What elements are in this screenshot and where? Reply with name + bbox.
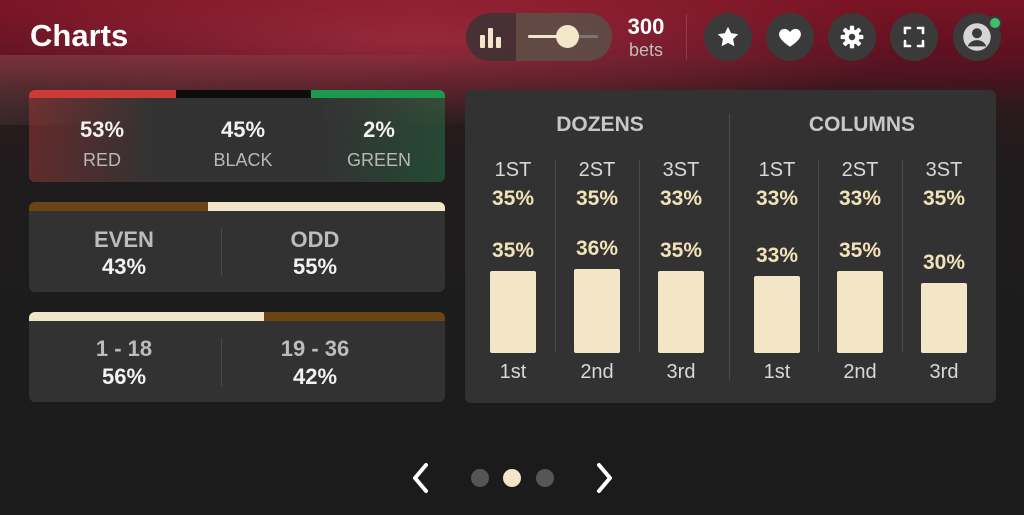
fullscreen-icon bbox=[903, 26, 925, 48]
low-high-divider bbox=[221, 338, 222, 386]
page-dot-3[interactable] bbox=[536, 469, 554, 487]
columns-1-head: 1ST bbox=[758, 159, 796, 181]
red-black-green-card: 53% RED 45% BLACK 2% GREEN bbox=[29, 90, 445, 182]
columns-3-percent: 35% bbox=[922, 187, 966, 210]
even-odd-card: EVEN 43% ODD 55% bbox=[29, 202, 445, 292]
high-range-label: 19 - 36 bbox=[280, 336, 350, 361]
low-range-label: 1 - 18 bbox=[95, 336, 153, 361]
fullscreen-button[interactable] bbox=[890, 13, 938, 61]
dozens-3-percent: 33% bbox=[659, 187, 703, 210]
bar-chart-icon bbox=[480, 28, 501, 48]
dozens-2-bar-percent: 36% bbox=[575, 237, 619, 260]
dozens-1-bar bbox=[490, 271, 536, 353]
columns-2-label: 2nd bbox=[843, 361, 877, 383]
columns-2-bar bbox=[837, 271, 883, 353]
columns-2-bar-percent: 35% bbox=[838, 239, 882, 262]
green-label: GREEN bbox=[346, 150, 411, 170]
favorites-button[interactable] bbox=[704, 13, 752, 61]
odd-label: ODD bbox=[290, 227, 340, 252]
dozens-3-head: 3ST bbox=[662, 159, 700, 181]
like-button[interactable] bbox=[766, 13, 814, 61]
dozens-2-bar bbox=[574, 269, 620, 353]
columns-2-head: 2ST bbox=[841, 159, 879, 181]
high-bar-segment bbox=[264, 312, 445, 321]
columns-title: COLUMNS bbox=[808, 113, 916, 136]
bets-slider-thumb[interactable] bbox=[556, 25, 579, 48]
columns-3-label: 3rd bbox=[929, 361, 959, 383]
dozens-3-label: 3rd bbox=[666, 361, 696, 383]
even-label: EVEN bbox=[94, 227, 154, 252]
red-label: RED bbox=[82, 150, 121, 170]
low-bar-segment bbox=[29, 312, 264, 321]
green-percent: 2% bbox=[363, 117, 395, 142]
dozens-3-bar-percent: 35% bbox=[659, 239, 703, 262]
odd-percent: 55% bbox=[292, 254, 338, 279]
columns-3-head: 3ST bbox=[925, 159, 963, 181]
columns-1-bar-percent: 33% bbox=[755, 244, 799, 267]
high-range-percent: 42% bbox=[292, 364, 338, 389]
prev-page-button[interactable] bbox=[401, 458, 441, 498]
black-bar-segment bbox=[176, 90, 311, 98]
odd-bar-segment bbox=[208, 202, 445, 211]
dozens-columns-card: DOZENS COLUMNS 1ST 35% 35% 1st 2ST 35% 3… bbox=[465, 90, 996, 403]
bar-chart-button[interactable] bbox=[466, 13, 516, 61]
low-range-percent: 56% bbox=[101, 364, 147, 389]
red-bar-segment bbox=[29, 90, 176, 98]
bets-count: 300 bbox=[627, 14, 665, 39]
even-bar-segment bbox=[29, 202, 208, 211]
columns-2-percent: 33% bbox=[838, 187, 882, 210]
low-high-card: 1 - 18 56% 19 - 36 42% bbox=[29, 312, 445, 402]
header-divider bbox=[686, 14, 687, 60]
black-percent: 45% bbox=[220, 117, 266, 142]
black-label: BLACK bbox=[213, 150, 273, 170]
user-icon bbox=[963, 23, 991, 51]
page-title: Charts bbox=[30, 18, 129, 53]
dozens-1-head: 1ST bbox=[494, 159, 532, 181]
dozens-1-bar-percent: 35% bbox=[491, 239, 535, 262]
chevron-left-icon bbox=[413, 463, 428, 493]
dozens-1-percent: 35% bbox=[491, 187, 535, 210]
dozens-title: DOZENS bbox=[556, 113, 644, 136]
even-odd-divider bbox=[221, 228, 222, 276]
dozens-2-label: 2nd bbox=[580, 361, 614, 383]
page-dot-1[interactable] bbox=[471, 469, 489, 487]
bets-label: bets bbox=[628, 40, 664, 60]
columns-1-percent: 33% bbox=[755, 187, 799, 210]
columns-3-bar-percent: 30% bbox=[922, 251, 966, 274]
gear-icon bbox=[840, 25, 864, 49]
red-percent: 53% bbox=[79, 117, 125, 142]
dozens-3-bar bbox=[658, 271, 704, 353]
online-status-dot bbox=[988, 16, 1002, 30]
settings-button[interactable] bbox=[828, 13, 876, 61]
star-icon bbox=[717, 26, 739, 47]
columns-1-label: 1st bbox=[763, 361, 791, 383]
columns-3-bar bbox=[921, 283, 967, 353]
dozens-columns-divider bbox=[729, 114, 730, 380]
page-dot-2[interactable] bbox=[503, 469, 521, 487]
chevron-right-icon bbox=[597, 463, 612, 493]
even-percent: 43% bbox=[101, 254, 147, 279]
green-bar-segment bbox=[311, 90, 445, 98]
columns-1-bar bbox=[754, 276, 800, 353]
heart-icon bbox=[779, 28, 801, 47]
dozens-1-label: 1st bbox=[499, 361, 527, 383]
dozens-2-percent: 35% bbox=[575, 187, 619, 210]
dozens-2-head: 2ST bbox=[578, 159, 616, 181]
next-page-button[interactable] bbox=[584, 458, 624, 498]
